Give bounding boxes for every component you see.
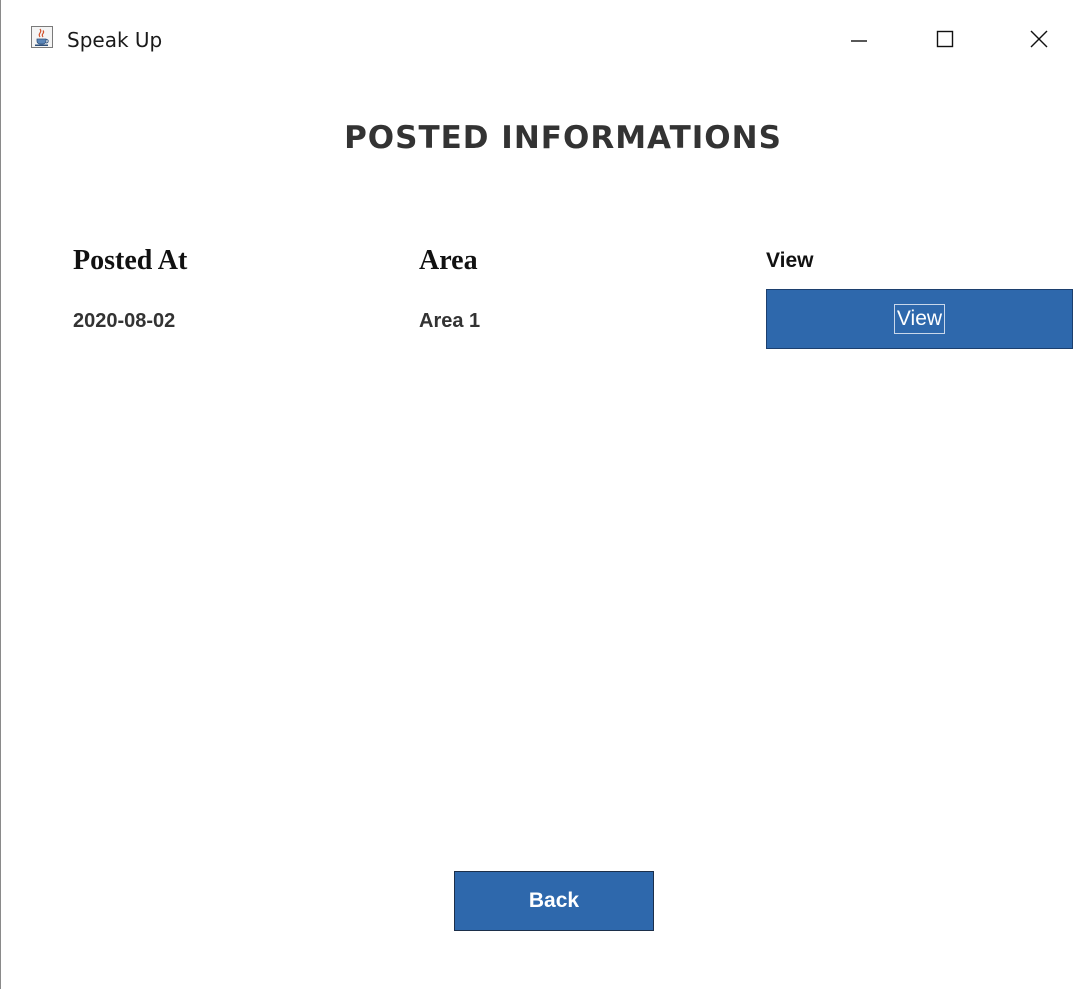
window-title: Speak Up [67, 28, 163, 52]
maximize-icon [936, 30, 954, 48]
close-icon [1030, 30, 1048, 48]
back-button[interactable]: Back [454, 871, 654, 931]
column-header-posted-at: Posted At [73, 245, 188, 276]
maximize-button[interactable] [917, 18, 973, 60]
java-cup-icon [31, 26, 53, 48]
view-button-label: View [893, 304, 946, 334]
app-window: Speak Up POSTED INFORMATIONS Posted At A… [0, 0, 1076, 989]
back-button-label: Back [528, 889, 580, 912]
minimize-button[interactable] [831, 18, 887, 60]
close-button[interactable] [1011, 18, 1067, 60]
page-heading: POSTED INFORMATIONS [344, 120, 782, 156]
row-area: Area 1 [419, 310, 481, 332]
minimize-icon [851, 40, 867, 42]
column-header-view: View [766, 249, 814, 272]
title-bar[interactable]: Speak Up [1, 0, 1076, 80]
view-button[interactable]: View [766, 289, 1073, 349]
column-header-area: Area [419, 245, 478, 276]
row-posted-at: 2020-08-02 [73, 310, 176, 332]
